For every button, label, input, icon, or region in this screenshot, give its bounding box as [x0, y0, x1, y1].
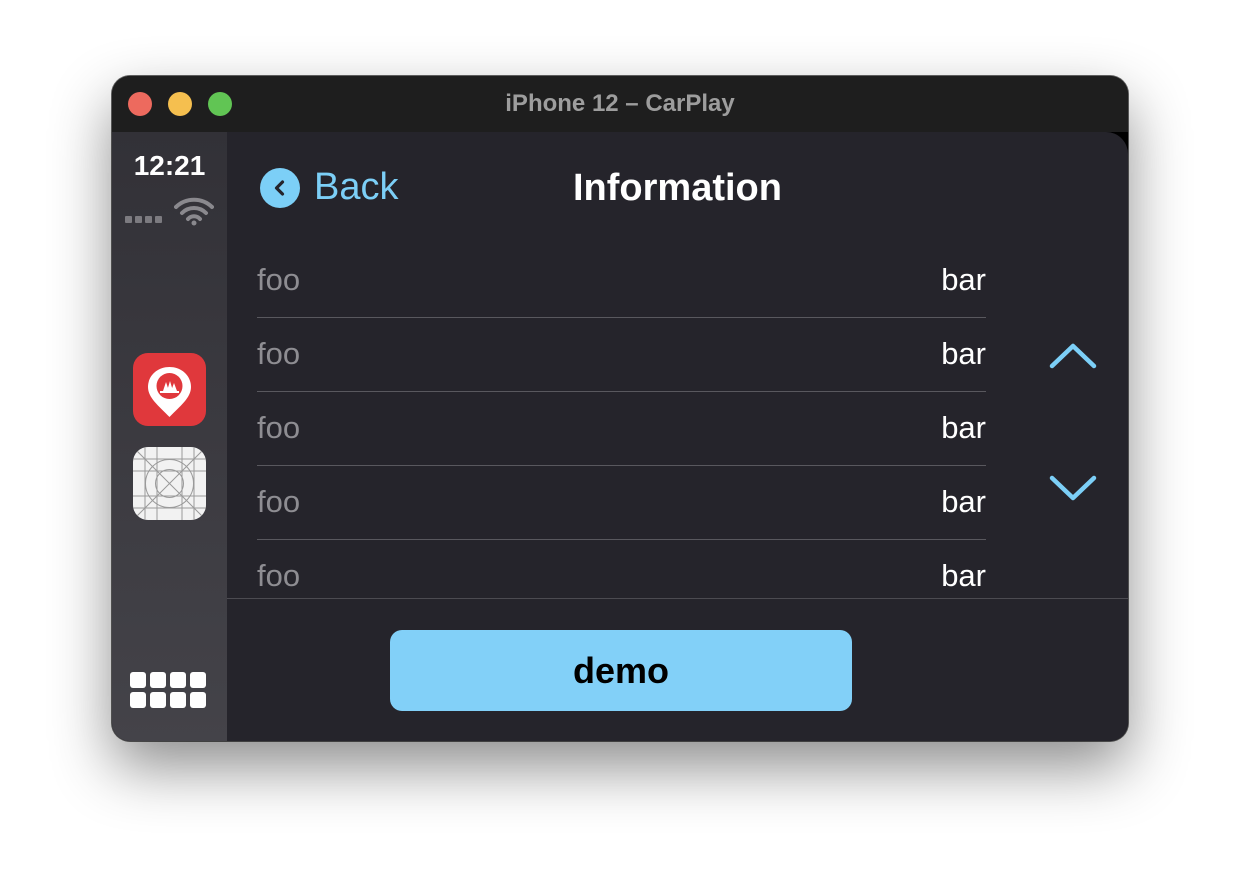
list-item-key: foo — [257, 484, 301, 519]
carplay-dock: 12:21 — [112, 132, 227, 741]
scroll-up-button[interactable] — [1048, 338, 1098, 372]
divider — [227, 598, 1128, 599]
scroll-down-button[interactable] — [1048, 472, 1098, 506]
list-item-value: bar — [941, 484, 986, 519]
list-item-value: bar — [941, 558, 986, 593]
map-pin-tree-icon — [148, 367, 191, 417]
list-item-value: bar — [941, 262, 986, 297]
placeholder-app[interactable] — [133, 447, 206, 520]
list-item-key: foo — [257, 558, 301, 593]
list-item-key: foo — [257, 410, 301, 445]
chevron-up-icon — [1049, 343, 1097, 369]
list-item[interactable]: foo bar — [257, 540, 986, 613]
list-item-value: bar — [941, 336, 986, 371]
list-item[interactable]: foo bar — [257, 466, 986, 540]
carplay-screen: 12:21 Information Back foo bar foo bar f… — [112, 132, 1128, 741]
demo-button[interactable]: demo — [390, 630, 852, 711]
list-item-value: bar — [941, 410, 986, 445]
status-time: 12:21 — [133, 150, 206, 181]
back-button[interactable]: Back — [260, 166, 398, 209]
chevron-left-icon — [260, 167, 300, 208]
list-item[interactable]: foo bar — [257, 244, 986, 318]
back-label: Back — [314, 166, 399, 208]
map-pin-tree-app[interactable] — [133, 353, 206, 426]
list-item-key: foo — [257, 262, 301, 297]
list-item[interactable]: foo bar — [257, 318, 986, 392]
apps-grid-icon[interactable] — [130, 672, 206, 708]
list-item[interactable]: foo bar — [257, 392, 986, 466]
simulator-window: iPhone 12 – CarPlay 12:21 Information Ba… — [112, 76, 1128, 741]
cellular-signal-icon — [125, 216, 162, 223]
wifi-icon — [174, 197, 214, 226]
title-bar: iPhone 12 – CarPlay — [112, 76, 1128, 132]
window-title: iPhone 12 – CarPlay — [505, 90, 735, 117]
app-grid-placeholder-icon — [133, 447, 206, 520]
list-item-key: foo — [257, 336, 301, 371]
navigation-bar: Information Back — [227, 132, 1128, 244]
chevron-down-icon — [1049, 475, 1097, 501]
information-list: foo bar foo bar foo bar foo bar foo bar — [257, 244, 986, 613]
